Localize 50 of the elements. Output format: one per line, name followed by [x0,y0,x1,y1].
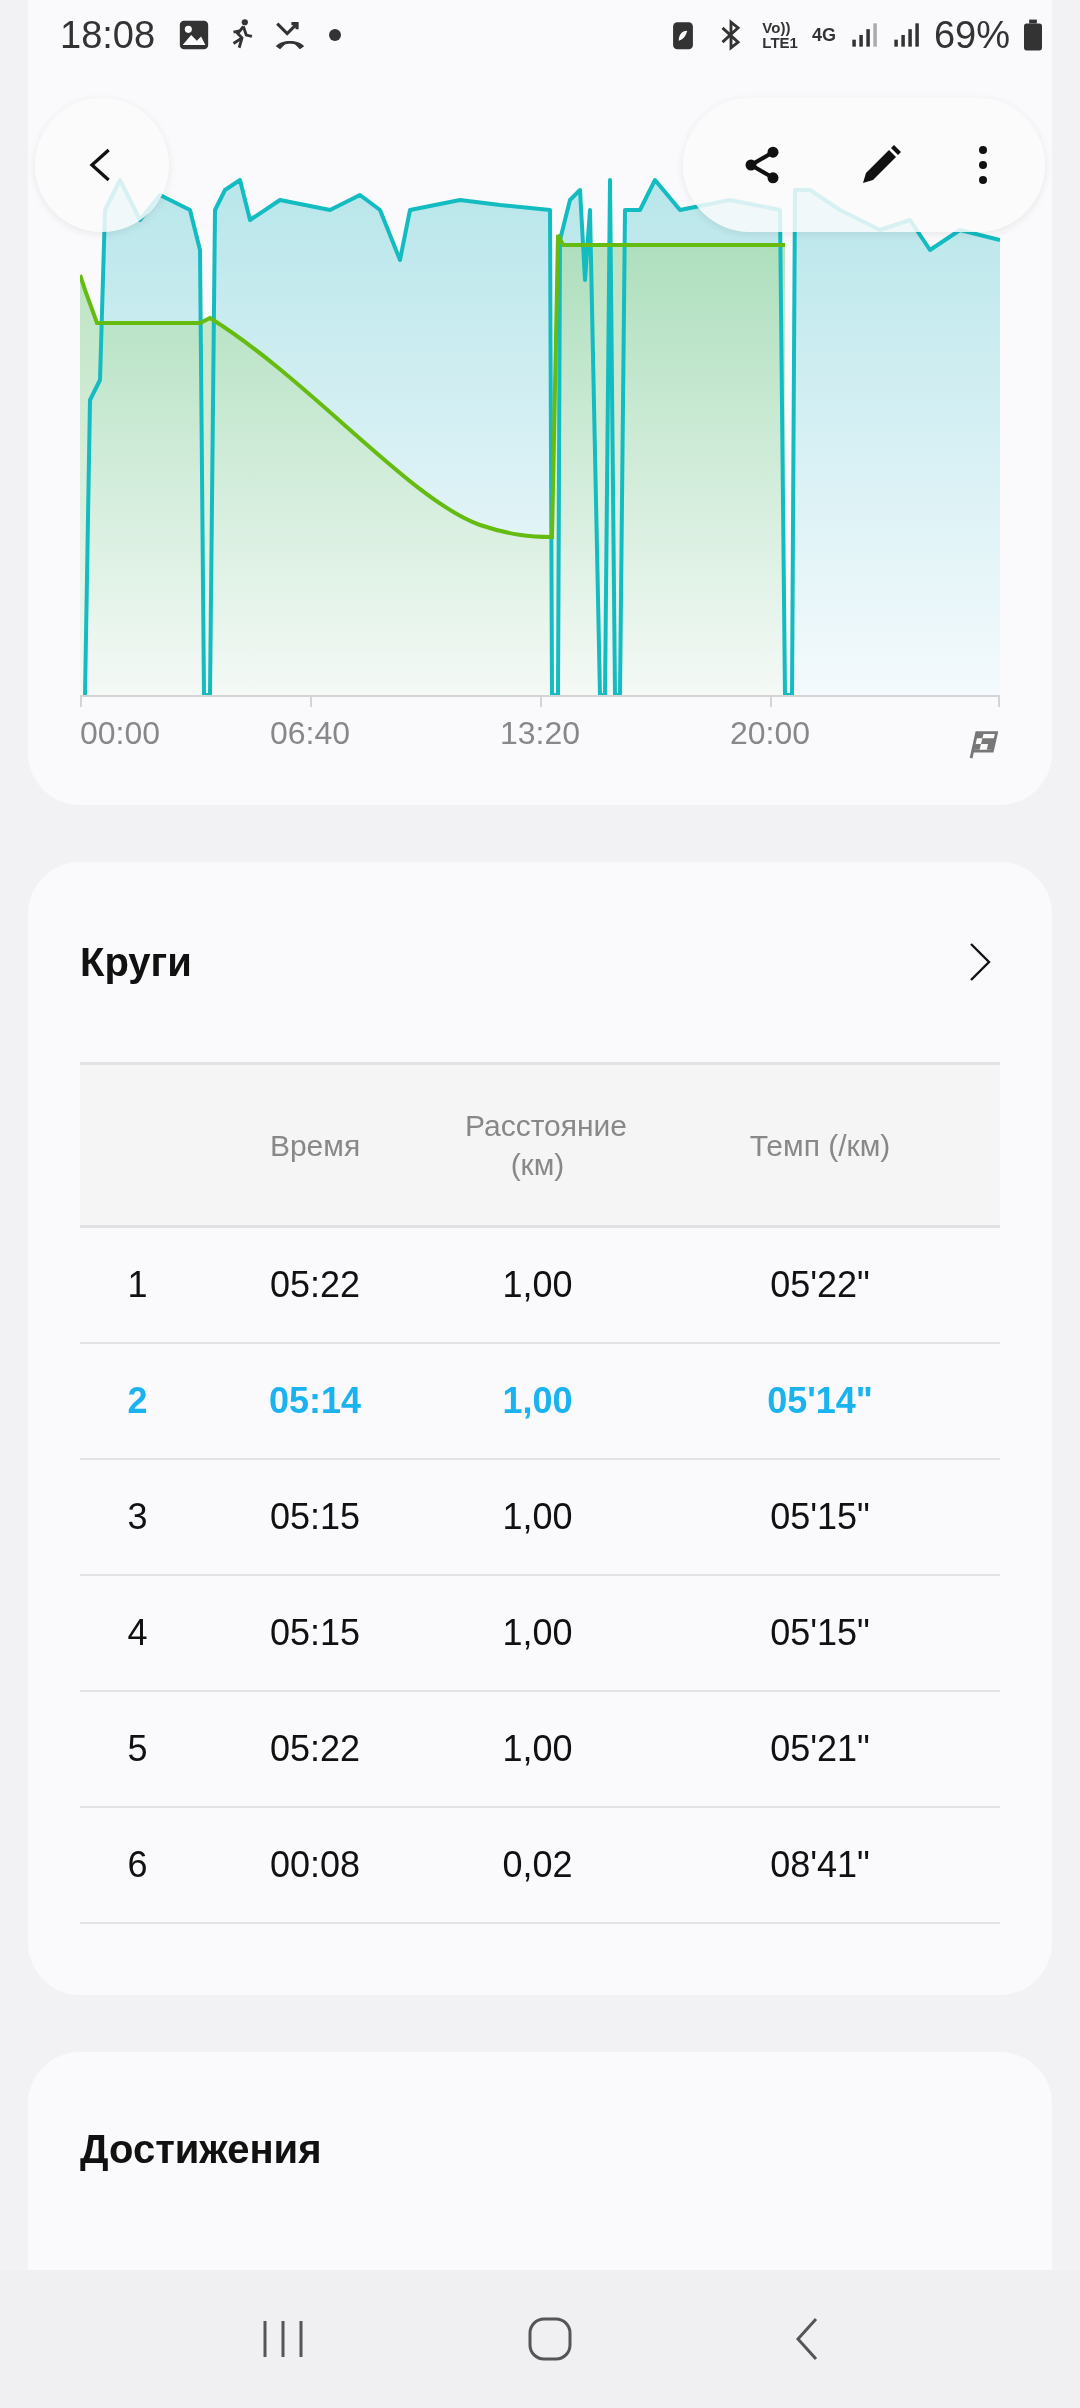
network-label: 4G [811,24,836,46]
axis-label: 13:20 [500,715,581,752]
lap-pace: 05'22" [769,1264,871,1306]
axis-label: 20:00 [730,715,811,752]
lap-time: 05:14 [267,1380,363,1422]
lap-pace: 05'14" [766,1380,874,1422]
lap-row[interactable]: 5 05:22 1,00 05'21" [80,1692,1000,1808]
lap-row[interactable]: 3 05:15 1,00 05'15" [80,1460,1000,1576]
home-icon [527,2316,573,2362]
lap-number: 6 [126,1844,149,1886]
lap-number: 3 [126,1496,149,1538]
lap-time: 05:22 [268,1728,362,1770]
lap-row[interactable]: 6 00:08 0,02 08'41" [80,1808,1000,1924]
lap-time: 05:15 [268,1612,362,1654]
lap-distance: 0,02 [501,1844,574,1886]
lap-time: 05:22 [268,1264,362,1306]
battery-percent: 69% [933,13,1010,57]
lap-time: 00:08 [268,1844,362,1886]
axis-label: 00:00 [80,715,161,752]
battery-icon [1024,19,1042,51]
signal-icon [849,20,878,50]
status-time: 18:08 [60,13,156,57]
signal-icon [891,20,920,50]
lap-pace: 05'21" [769,1728,871,1770]
recent-apps-icon [261,2319,305,2359]
lap-pace: 08'41" [769,1844,871,1886]
lap-pace: 05'15" [769,1496,871,1538]
lap-time: 05:15 [268,1496,362,1538]
lap-row[interactable]: 4 05:15 1,00 05'15" [80,1576,1000,1692]
lte-label: LTE1 [762,35,798,50]
lap-pace: 05'15" [769,1612,871,1654]
lap-distance: 1,00 [501,1728,574,1770]
back-icon [795,2317,819,2361]
column-header: Темп (/км) [748,1127,892,1164]
achievements-title: Достижения [80,2127,322,2171]
lap-distance: 1,00 [501,1612,574,1654]
more-icon [978,145,989,185]
lap-number: 1 [126,1264,149,1306]
lap-row[interactable]: 1 05:22 1,00 05'22" [80,1228,1000,1344]
laps-title: Круги [80,939,192,985]
lap-distance: 1,00 [501,1380,574,1422]
lap-number: 5 [126,1728,149,1770]
column-header: Время [268,1127,362,1164]
axis-label: 06:40 [270,715,351,752]
volte-label: Vo)) [762,20,792,35]
lap-number: 4 [126,1612,149,1654]
lap-distance: 1,00 [501,1496,574,1538]
lap-number: 2 [126,1380,149,1422]
lap-distance: 1,00 [501,1264,574,1306]
column-header: Расстояние (км) [464,1108,629,1183]
